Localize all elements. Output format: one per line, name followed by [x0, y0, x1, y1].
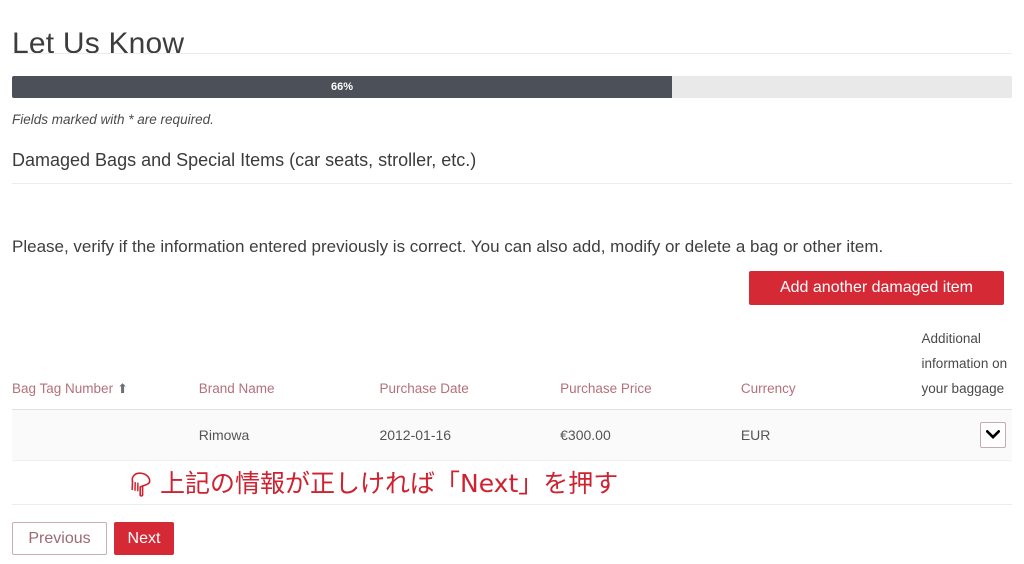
section-divider — [12, 183, 1012, 184]
page-title: Let Us Know — [12, 27, 185, 61]
sort-ascending-icon[interactable]: ⬆ — [117, 381, 128, 396]
progress-bar-fill: 66% — [12, 76, 672, 98]
column-header-bag-tag-number[interactable]: Bag Tag Number ⬆ — [12, 326, 199, 410]
japanese-instruction-annotation: 上記の情報が正しければ「Next」を押す — [126, 469, 618, 499]
footer-divider — [12, 504, 1012, 505]
column-header-purchase-price[interactable]: Purchase Price — [560, 326, 741, 410]
chevron-down-icon — [981, 430, 1005, 440]
column-header-purchase-date[interactable]: Purchase Date — [379, 326, 561, 410]
cell-purchase-price: €300.00 — [560, 409, 741, 461]
section-heading: Damaged Bags and Special Items (car seat… — [12, 150, 477, 170]
cell-row-actions — [921, 409, 1012, 461]
column-header-currency[interactable]: Currency — [740, 326, 922, 410]
previous-button[interactable]: Previous — [12, 522, 107, 555]
cell-brand-name: Rimowa — [198, 409, 380, 461]
add-another-damaged-item-button[interactable]: Add another damaged item — [749, 271, 1004, 305]
annotation-text: 上記の情報が正しければ「Next」を押す — [160, 469, 619, 498]
cell-currency: EUR — [740, 409, 922, 461]
pointing-hand-icon — [126, 469, 154, 499]
progress-bar: 66% — [12, 76, 1012, 98]
next-button[interactable]: Next — [114, 522, 174, 555]
cell-bag-tag-number — [12, 409, 199, 461]
expand-row-button[interactable] — [980, 422, 1006, 448]
column-header-bag-tag-number-label: Bag Tag Number — [12, 381, 114, 396]
column-header-additional-information: Additional information on your baggage — [921, 326, 1012, 410]
let-us-know-page: Let Us Know 66% Fields marked with * are… — [0, 0, 1024, 564]
title-divider — [12, 53, 1012, 54]
table-header-row: Bag Tag Number ⬆ Brand Name Purchase Date… — [12, 326, 1012, 410]
table-row: Rimowa 2012-01-16 €300.00 EUR — [12, 409, 1012, 461]
cell-purchase-date: 2012-01-16 — [379, 409, 561, 461]
section-intro-text: Please, verify if the information entere… — [12, 237, 884, 256]
required-fields-note: Fields marked with * are required. — [12, 112, 214, 127]
column-header-brand-name[interactable]: Brand Name — [198, 326, 380, 410]
damaged-items-table: Bag Tag Number ⬆ Brand Name Purchase Date… — [12, 326, 1012, 461]
